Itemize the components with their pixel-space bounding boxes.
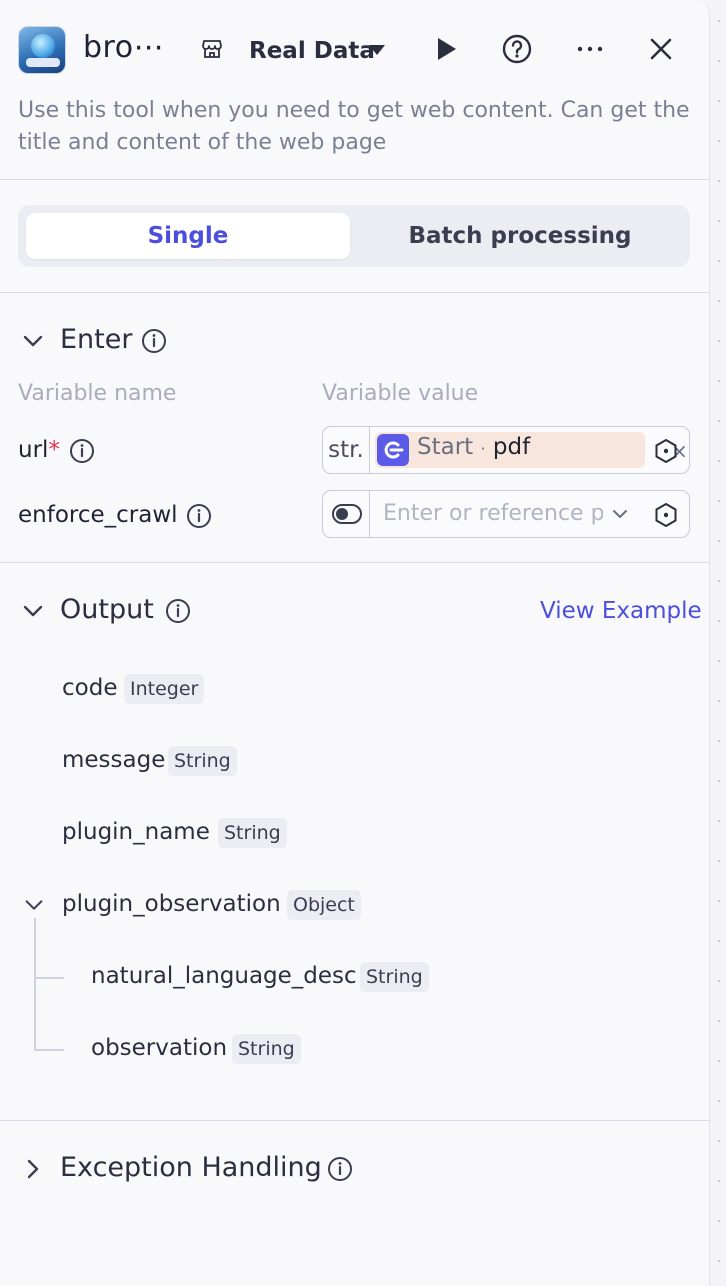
canvas-grid-dot bbox=[718, 340, 720, 342]
canvas-grid-dot bbox=[718, 1180, 720, 1182]
mode-tabs: Single Batch processing bbox=[18, 205, 690, 267]
column-header-name: Variable name bbox=[18, 381, 177, 406]
output-field-name: plugin_name bbox=[62, 819, 210, 845]
enforce-crawl-input[interactable]: Enter or reference p bbox=[383, 501, 603, 526]
node-description: Use this tool when you need to get web c… bbox=[18, 98, 690, 155]
variable-reference-icon[interactable] bbox=[653, 438, 679, 464]
data-mode-select[interactable]: Real Data bbox=[249, 38, 375, 64]
canvas-grid-dot bbox=[718, 820, 720, 822]
node-title[interactable]: bro⋯ bbox=[83, 30, 164, 65]
canvas-grid-dot bbox=[718, 60, 720, 62]
canvas-grid-dot bbox=[718, 460, 720, 462]
section-title-enter[interactable]: Enter bbox=[60, 324, 132, 355]
canvas-grid-dot bbox=[718, 300, 720, 302]
type-badge: String bbox=[218, 818, 287, 848]
tree-connector bbox=[34, 918, 36, 1049]
chevron-down-icon[interactable] bbox=[611, 505, 629, 523]
canvas-grid-dot bbox=[718, 980, 720, 982]
divider bbox=[0, 292, 709, 293]
section-title-exception-handling[interactable]: Exception Handling bbox=[60, 1152, 322, 1183]
tree-connector bbox=[34, 977, 64, 979]
type-badge: String bbox=[168, 746, 237, 776]
canvas-grid-dot bbox=[718, 260, 720, 262]
canvas-grid-dot bbox=[718, 140, 720, 142]
canvas-grid-dot bbox=[718, 1140, 720, 1142]
info-icon[interactable] bbox=[165, 598, 191, 624]
canvas-grid-dot bbox=[718, 860, 720, 862]
canvas-grid-dot bbox=[718, 660, 720, 662]
type-tag-str[interactable]: str. bbox=[323, 427, 370, 473]
canvas-grid-dot bbox=[718, 420, 720, 422]
canvas-grid-dot bbox=[718, 540, 720, 542]
info-icon[interactable] bbox=[186, 503, 212, 529]
type-badge: Object bbox=[287, 890, 361, 920]
canvas-grid-dot bbox=[718, 740, 720, 742]
output-field-name: plugin_observation bbox=[62, 891, 281, 917]
canvas-edge bbox=[711, 0, 726, 1286]
tab-single[interactable]: Single bbox=[26, 213, 350, 259]
required-mark: * bbox=[48, 437, 60, 463]
reference-chip[interactable]: Start · pdf × bbox=[375, 432, 688, 468]
output-field-name: code bbox=[62, 675, 118, 701]
toggle-icon[interactable] bbox=[332, 504, 362, 524]
run-icon[interactable] bbox=[432, 34, 462, 64]
chevron-down-icon[interactable] bbox=[22, 893, 46, 917]
store-icon[interactable] bbox=[201, 38, 223, 60]
column-header-value: Variable value bbox=[322, 381, 479, 406]
output-field-name: natural_language_desc bbox=[91, 963, 357, 989]
canvas-grid-dot bbox=[718, 940, 720, 942]
canvas-grid-dot bbox=[718, 580, 720, 582]
variable-name-enforce-crawl: enforce_crawl bbox=[18, 502, 178, 528]
tree-connector bbox=[34, 1049, 64, 1051]
url-value-field[interactable]: str. Start · pdf × bbox=[322, 426, 690, 474]
view-example-link[interactable]: View Example bbox=[540, 598, 702, 624]
start-node-icon bbox=[377, 434, 409, 466]
canvas-grid-dot bbox=[718, 900, 720, 902]
tab-batch-processing[interactable]: Batch processing bbox=[358, 213, 682, 259]
divider bbox=[0, 1120, 709, 1121]
type-badge: String bbox=[232, 1034, 301, 1064]
plugin-app-icon bbox=[18, 26, 66, 74]
canvas-grid-dot bbox=[718, 220, 720, 222]
chevron-right-icon[interactable] bbox=[20, 1156, 46, 1182]
canvas-grid-dot bbox=[718, 1220, 720, 1222]
plugin-node-panel: bro⋯ Real Data Use this tool when you ne… bbox=[0, 0, 710, 1286]
canvas-grid-dot bbox=[718, 380, 720, 382]
caret-down-icon[interactable] bbox=[369, 45, 385, 55]
variable-reference-icon[interactable] bbox=[653, 502, 679, 528]
reference-text: Start · pdf bbox=[417, 434, 531, 460]
canvas-grid-dot bbox=[718, 1060, 720, 1062]
info-icon[interactable] bbox=[69, 438, 95, 464]
canvas-grid-dot bbox=[718, 1260, 720, 1262]
close-icon[interactable] bbox=[646, 34, 676, 64]
canvas-grid-dot bbox=[718, 20, 720, 22]
canvas-grid-dot bbox=[718, 780, 720, 782]
canvas-grid-dot bbox=[718, 180, 720, 182]
canvas-grid-dot bbox=[718, 500, 720, 502]
canvas-grid-dot bbox=[718, 700, 720, 702]
chevron-down-icon[interactable] bbox=[20, 328, 46, 354]
variable-name-url: url* bbox=[18, 437, 60, 463]
help-icon[interactable] bbox=[502, 34, 532, 64]
divider bbox=[0, 562, 709, 563]
info-icon[interactable] bbox=[141, 328, 167, 354]
output-field-name: observation bbox=[91, 1035, 228, 1061]
canvas-grid-dot bbox=[718, 620, 720, 622]
enforce-crawl-value-field[interactable]: Enter or reference p bbox=[322, 490, 690, 538]
canvas-grid-dot bbox=[718, 1020, 720, 1022]
chevron-down-icon[interactable] bbox=[20, 598, 46, 624]
canvas-grid-dot bbox=[718, 1100, 720, 1102]
canvas-grid-dot bbox=[718, 100, 720, 102]
type-badge: Integer bbox=[124, 674, 205, 704]
info-icon[interactable] bbox=[327, 1156, 353, 1182]
more-icon[interactable] bbox=[575, 34, 605, 64]
panel-header: bro⋯ Real Data Use this tool when you ne… bbox=[0, 0, 709, 180]
type-badge: String bbox=[360, 962, 429, 992]
output-field-name: message bbox=[62, 747, 166, 773]
type-tag-boolean[interactable] bbox=[323, 491, 370, 537]
section-title-output[interactable]: Output bbox=[60, 594, 154, 625]
